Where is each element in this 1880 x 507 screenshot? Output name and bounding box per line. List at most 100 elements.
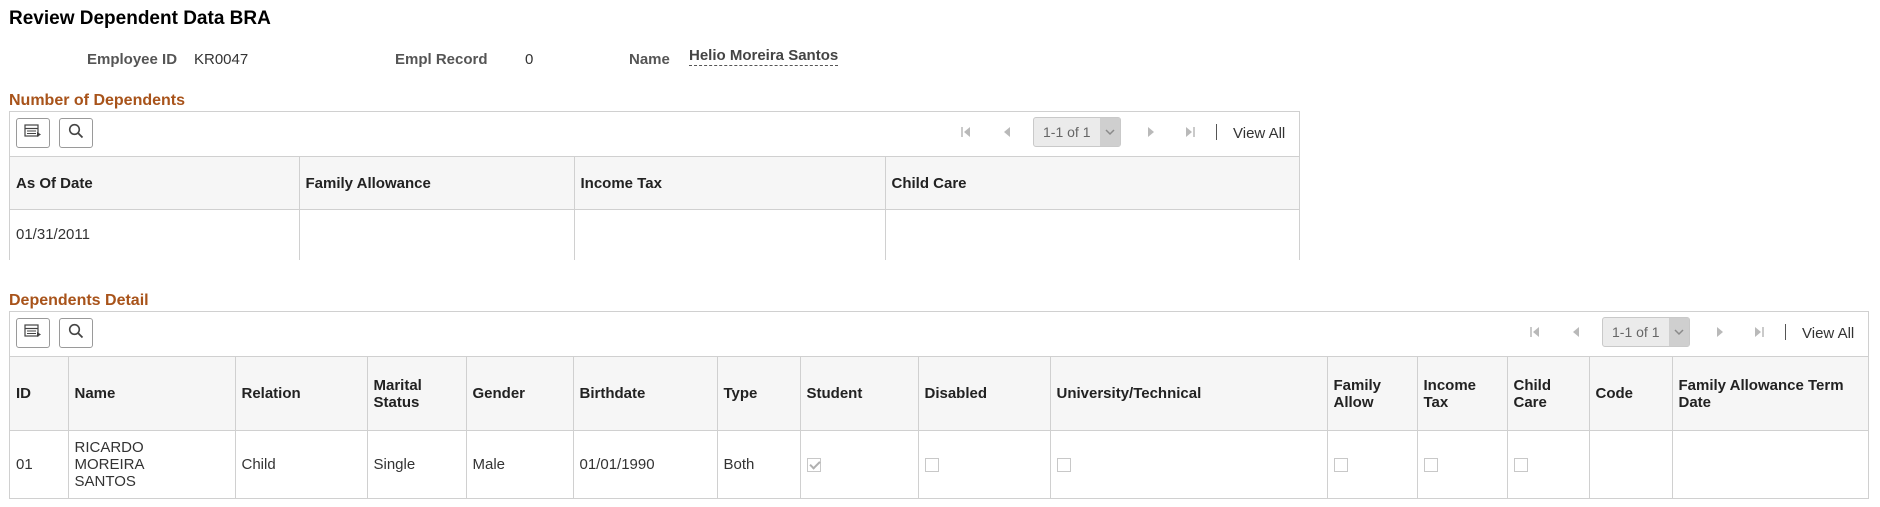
name-cell: RICARDO MOREIRA SANTOS [67, 430, 236, 498]
chevron-down-icon [1100, 118, 1120, 146]
column-header-disabled: Disabled [917, 356, 1051, 431]
employee-name-label: Name [629, 51, 670, 68]
column-header-family-allowance-term-date: Family Allowance Term Date [1671, 356, 1868, 431]
name-line: RICARDO [74, 438, 144, 456]
code-cell [1588, 430, 1673, 498]
column-header-income-tax: Income Tax [573, 156, 886, 210]
marital-status-cell: Single [366, 430, 467, 498]
dependents-detail-title: Dependents Detail [9, 292, 149, 309]
number-of-dependents-grid: 1-1 of 1 View All As Of Date Family Allo… [9, 111, 1300, 260]
personalize-button[interactable] [16, 118, 50, 148]
id-cell: 01 [10, 430, 69, 498]
first-page-icon[interactable] [1529, 325, 1541, 341]
search-icon [68, 123, 84, 144]
dependents-detail-grid: 1-1 of 1 View All ID Name Relation Marit… [9, 311, 1869, 499]
university-technical-cell [1049, 430, 1328, 498]
disabled-cell [917, 430, 1051, 498]
header-line: Marital [373, 376, 422, 394]
header-line: Family [1333, 376, 1382, 394]
dependents-detail-table: ID Name Relation Marital Status Gender Bi… [10, 356, 1868, 498]
view-all-link[interactable]: View All [1802, 325, 1854, 342]
next-page-icon[interactable] [1715, 325, 1725, 341]
column-header-family-allowance: Family Allowance [298, 156, 575, 210]
find-button[interactable] [59, 118, 93, 148]
column-header-family-allow: Family Allow [1326, 356, 1418, 431]
column-header-child-care: Child Care [884, 156, 1299, 210]
grid-personalize-icon [24, 123, 42, 143]
family-allow-checkbox[interactable] [1333, 457, 1348, 472]
page-title: Review Dependent Data BRA [9, 8, 271, 29]
employee-id-value: KR0047 [194, 51, 249, 68]
previous-page-icon[interactable] [1002, 125, 1012, 141]
birthdate-cell: 01/01/1990 [572, 430, 718, 498]
as-of-date-cell: 01/31/2011 [10, 209, 300, 260]
child-care-cell [884, 209, 1299, 260]
grid-personalize-icon [24, 323, 42, 343]
child-care-cell [1506, 430, 1590, 498]
column-header-code: Code [1588, 356, 1673, 431]
type-cell: Both [716, 430, 801, 498]
column-header-type: Type [716, 356, 801, 431]
column-header-child-care: Child Care [1506, 356, 1590, 431]
income-tax-cell [573, 209, 886, 260]
page-range-select[interactable]: 1-1 of 1 [1033, 117, 1121, 147]
family-allow-cell [1326, 430, 1418, 498]
header-line: Status [373, 393, 420, 411]
find-button[interactable] [59, 318, 93, 348]
number-of-dependents-title: Number of Dependents [9, 92, 186, 109]
employee-name-link[interactable]: Helio Moreira Santos [689, 47, 839, 66]
grid-toolbar: 1-1 of 1 View All [10, 312, 1868, 356]
column-header-gender: Gender [465, 356, 574, 431]
name-line: SANTOS [74, 472, 136, 490]
student-cell [799, 430, 919, 498]
column-header-as-of-date: As Of Date [10, 156, 300, 210]
header-line: Income [1423, 376, 1477, 394]
header-line: Tax [1423, 393, 1449, 411]
page-range-text: 1-1 of 1 [1043, 124, 1091, 140]
first-page-icon[interactable] [960, 125, 972, 141]
next-page-icon[interactable] [1146, 125, 1156, 141]
grid-toolbar: 1-1 of 1 View All [10, 112, 1299, 156]
header-line: Child [1513, 376, 1552, 394]
column-header-income-tax: Income Tax [1416, 356, 1508, 431]
header-line: Allow [1333, 393, 1374, 411]
header-line: Family Allowance Term [1678, 376, 1844, 394]
family-allowance-cell [298, 209, 575, 260]
university-technical-checkbox[interactable] [1056, 457, 1071, 472]
column-header-relation: Relation [234, 356, 368, 431]
empl-record-value: 0 [525, 51, 534, 68]
employee-id-label: Employee ID [87, 51, 178, 68]
table-header-row: ID Name Relation Marital Status Gender Bi… [10, 356, 1868, 431]
child-care-checkbox[interactable] [1513, 457, 1528, 472]
last-page-icon[interactable] [1753, 325, 1765, 341]
column-header-university-technical: University/Technical [1049, 356, 1328, 431]
gender-cell: Male [465, 430, 574, 498]
income-tax-cell [1416, 430, 1508, 498]
chevron-down-icon [1669, 318, 1689, 346]
relation-cell: Child [234, 430, 368, 498]
table-row: 01/31/2011 [10, 209, 1299, 260]
page-range-text: 1-1 of 1 [1612, 324, 1660, 340]
header-line: Care [1513, 393, 1547, 411]
last-page-icon[interactable] [1184, 125, 1196, 141]
disabled-checkbox[interactable] [924, 457, 939, 472]
header-line: Date [1678, 393, 1712, 411]
student-checkbox[interactable] [806, 457, 821, 472]
table-row: 01 RICARDO MOREIRA SANTOS Child Single Mal… [10, 430, 1868, 498]
name-line: MOREIRA [74, 455, 145, 473]
table-header-row: As Of Date Family Allowance Income Tax C… [10, 156, 1299, 210]
page-range-select[interactable]: 1-1 of 1 [1602, 317, 1690, 347]
column-header-student: Student [799, 356, 919, 431]
empl-record-label: Empl Record [395, 51, 488, 68]
view-all-link[interactable]: View All [1233, 125, 1285, 142]
search-icon [68, 323, 84, 344]
column-header-birthdate: Birthdate [572, 356, 718, 431]
number-of-dependents-table: As Of Date Family Allowance Income Tax C… [10, 156, 1299, 260]
previous-page-icon[interactable] [1571, 325, 1581, 341]
column-header-id: ID [10, 356, 69, 431]
column-header-name: Name [67, 356, 236, 431]
family-allowance-term-date-cell [1671, 430, 1868, 498]
income-tax-checkbox[interactable] [1423, 457, 1438, 472]
personalize-button[interactable] [16, 318, 50, 348]
toolbar-divider [1785, 324, 1786, 340]
